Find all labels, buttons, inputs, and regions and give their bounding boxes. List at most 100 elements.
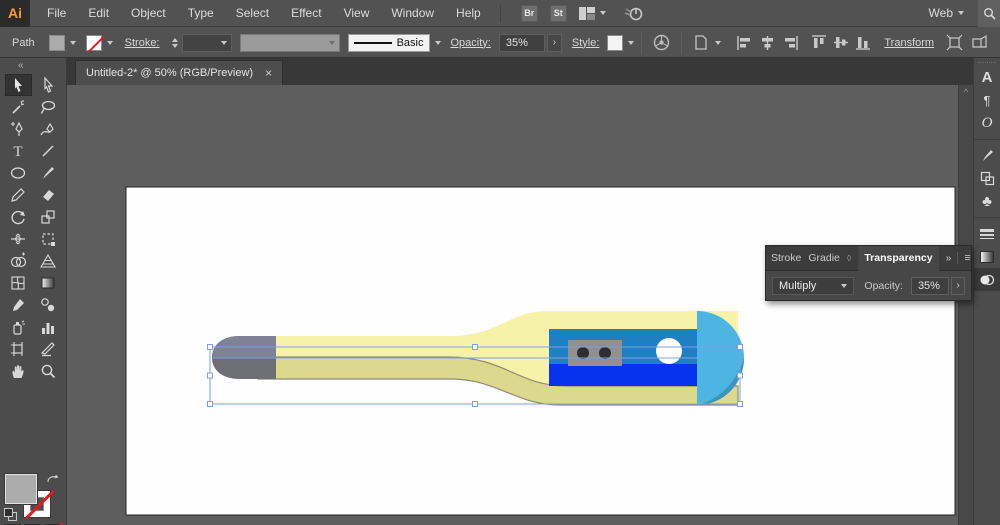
menu-window[interactable]: Window: [380, 0, 445, 27]
label-bright-blue-shape[interactable]: [549, 364, 697, 386]
button-dot-left[interactable]: [577, 347, 589, 359]
handle-bottom-left[interactable]: [207, 401, 213, 407]
hand-tool[interactable]: [5, 360, 32, 382]
transparency-panel-button[interactable]: [973, 268, 1000, 291]
handle-top-right[interactable]: [737, 344, 743, 350]
valign-middle-button[interactable]: [834, 35, 849, 50]
type-tool[interactable]: T: [5, 140, 32, 162]
scale-tool[interactable]: [35, 206, 62, 228]
swap-fill-stroke-icon[interactable]: [45, 473, 59, 486]
ellipse-tool[interactable]: [5, 162, 32, 184]
fill-swatch[interactable]: [48, 34, 65, 51]
handle-mid-left[interactable]: [207, 372, 213, 379]
chevron-down-icon[interactable]: [69, 40, 76, 45]
zoom-tool[interactable]: [35, 360, 62, 382]
collapse-panel-button[interactable]: «: [0, 58, 66, 71]
canvas-pasteboard[interactable]: [67, 85, 958, 525]
handle-top-left[interactable]: [207, 344, 213, 350]
default-fill-stroke-icon[interactable]: [4, 508, 17, 521]
panel-opacity-flyout-button[interactable]: ›: [950, 276, 965, 295]
blend-mode-dropdown[interactable]: Multiply: [772, 276, 855, 295]
character-panel-button[interactable]: A: [974, 66, 1000, 89]
tab-stroke[interactable]: Stroke: [771, 252, 801, 264]
workspace-switcher[interactable]: Web: [929, 6, 964, 20]
gradient-tool[interactable]: [35, 272, 62, 294]
handle-bottom-center[interactable]: [472, 401, 478, 407]
opacity-field[interactable]: 35%: [498, 33, 545, 52]
stroke-weight-dropdown[interactable]: [181, 33, 232, 52]
stroke-panel-button[interactable]: [974, 222, 1000, 245]
width-profile-dropdown[interactable]: [239, 33, 340, 52]
menu-select[interactable]: Select: [225, 0, 280, 27]
bridge-button[interactable]: Br: [520, 4, 538, 22]
isolate-selected-object-button[interactable]: [693, 34, 722, 51]
blend-tool[interactable]: [35, 294, 62, 316]
rotate-tool[interactable]: [5, 206, 32, 228]
slice-tool[interactable]: [35, 338, 62, 360]
porthole-circle-shape[interactable]: [656, 338, 682, 364]
eyedropper-tool[interactable]: [5, 294, 32, 316]
recolor-artwork-button[interactable]: [653, 34, 670, 51]
magic-wand-tool[interactable]: [5, 96, 32, 118]
paragraph-panel-button[interactable]: ¶: [974, 89, 1000, 112]
stroke-weight-stepper[interactable]: [171, 37, 178, 48]
chevron-down-icon[interactable]: [434, 40, 441, 45]
opacity-link[interactable]: Opacity:: [451, 37, 491, 49]
gradient-panel-button[interactable]: [974, 245, 1000, 268]
opentype-panel-button[interactable]: O: [974, 112, 1000, 135]
column-graph-tool[interactable]: [35, 316, 62, 338]
search-button[interactable]: [978, 0, 1000, 27]
paintbrush-tool[interactable]: [35, 162, 62, 184]
align-center-button[interactable]: [760, 35, 775, 50]
document-tab[interactable]: Untitled-2* @ 50% (RGB/Preview) ×: [75, 60, 284, 85]
style-swatch[interactable]: [607, 34, 624, 51]
align-left-button[interactable]: [737, 35, 752, 50]
lasso-tool[interactable]: [35, 96, 62, 118]
symbols-panel-button[interactable]: ♣: [974, 190, 1000, 213]
dock-grip[interactable]: [978, 62, 996, 64]
handle-top-center[interactable]: [472, 344, 478, 350]
chevron-down-icon[interactable]: [106, 40, 113, 45]
tab-transparency[interactable]: Transparency: [858, 245, 939, 271]
pencil-tool[interactable]: [5, 184, 32, 206]
tab-gradient[interactable]: Gradie: [808, 252, 840, 264]
align-right-button[interactable]: [783, 35, 799, 50]
arrange-documents-button[interactable]: [578, 6, 606, 20]
style-link[interactable]: Style:: [572, 37, 600, 49]
brushes-panel-button[interactable]: [974, 144, 1000, 167]
pen-tool[interactable]: [5, 118, 32, 140]
handle-bottom-right[interactable]: [737, 401, 743, 407]
shape-widget-button[interactable]: [971, 34, 988, 51]
direct-selection-tool[interactable]: [35, 74, 62, 96]
close-icon[interactable]: ×: [265, 66, 272, 80]
brush-definition-dropdown[interactable]: Basic: [347, 33, 430, 52]
menu-edit[interactable]: Edit: [77, 0, 120, 27]
label-button-panel-shape[interactable]: [568, 340, 622, 366]
curvature-tool[interactable]: [35, 118, 62, 140]
vertical-scrollbar[interactable]: ^: [958, 85, 973, 525]
scroll-up-icon[interactable]: ^: [959, 85, 973, 97]
transform-link[interactable]: Transform: [884, 37, 934, 49]
valign-top-button[interactable]: [812, 35, 827, 50]
selection-tool[interactable]: [4, 74, 32, 96]
line-segment-tool[interactable]: [35, 140, 62, 162]
chevron-down-icon[interactable]: [628, 40, 635, 45]
menu-object[interactable]: Object: [120, 0, 177, 27]
shape-builder-tool[interactable]: [5, 250, 32, 272]
menu-file[interactable]: File: [36, 0, 77, 27]
panel-opacity-field[interactable]: 35%: [910, 276, 949, 295]
fill-color-proxy[interactable]: [4, 473, 38, 505]
free-transform-tool[interactable]: [35, 228, 62, 250]
artboard-canvas[interactable]: [67, 85, 958, 525]
stroke-swatch[interactable]: [85, 34, 102, 51]
show-bounding-box-button[interactable]: [946, 34, 963, 51]
stock-button[interactable]: St: [549, 4, 567, 22]
stroke-panel-link[interactable]: Stroke:: [125, 37, 160, 49]
perspective-grid-tool[interactable]: [35, 250, 62, 272]
symbol-sprayer-tool[interactable]: [5, 316, 32, 338]
menu-type[interactable]: Type: [177, 0, 225, 27]
mesh-tool[interactable]: [5, 272, 32, 294]
gpu-performance-button[interactable]: [624, 5, 644, 21]
artboard-tool[interactable]: [5, 338, 32, 360]
valign-bottom-button[interactable]: [856, 35, 871, 50]
